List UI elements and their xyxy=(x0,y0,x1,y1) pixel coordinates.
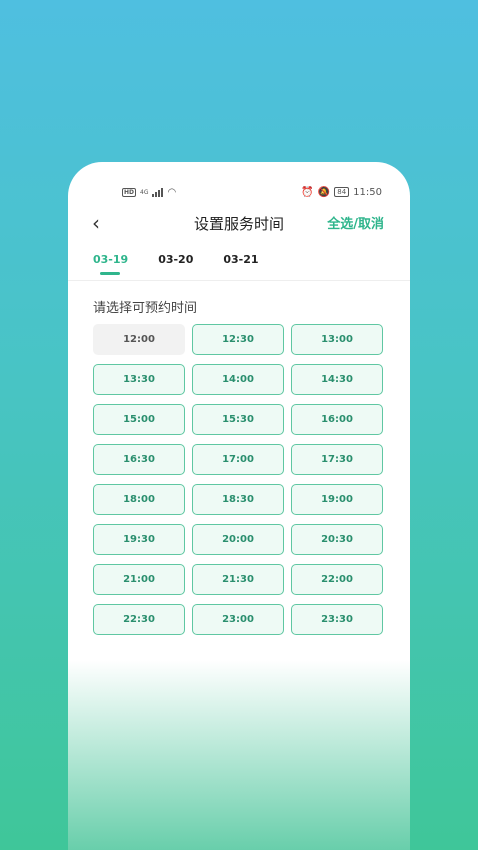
date-tab-label: 03-20 xyxy=(158,253,194,266)
time-slot[interactable]: 22:30 xyxy=(93,604,185,635)
time-slot[interactable]: 13:30 xyxy=(93,364,185,395)
status-bar: HD 4G ◠ ⏰ 🔕 84 11:50 xyxy=(122,184,382,200)
time-slot[interactable]: 16:00 xyxy=(291,404,383,435)
network-label: 4G xyxy=(140,188,149,196)
time-slot[interactable]: 17:30 xyxy=(291,444,383,475)
time-slot[interactable]: 23:30 xyxy=(291,604,383,635)
battery-icon: 84 xyxy=(334,187,350,197)
time-slot[interactable]: 14:30 xyxy=(291,364,383,395)
signal-icon xyxy=(152,187,164,197)
time-slot[interactable]: 22:00 xyxy=(291,564,383,595)
date-tab[interactable]: 03-21 xyxy=(223,253,258,274)
time-slot-disabled: 12:00 xyxy=(93,324,185,355)
date-tabs: 03-19 03-20 03-21 xyxy=(93,253,259,275)
time-slot-grid: 12:00 12:30 13:00 13:30 14:00 14:30 15:00 15:30… xyxy=(93,324,385,635)
time-slot[interactable]: 18:30 xyxy=(192,484,284,515)
time-slot[interactable]: 15:30 xyxy=(192,404,284,435)
divider xyxy=(68,280,410,281)
time-slot[interactable]: 19:00 xyxy=(291,484,383,515)
time-slot[interactable]: 14:00 xyxy=(192,364,284,395)
time-slot[interactable]: 18:00 xyxy=(93,484,185,515)
time-slot[interactable]: 17:00 xyxy=(192,444,284,475)
select-all-button[interactable]: 全选/取消 xyxy=(327,213,384,232)
clock: 11:50 xyxy=(353,186,382,198)
time-slot[interactable]: 15:00 xyxy=(93,404,185,435)
date-tab-label: 03-21 xyxy=(223,253,259,266)
date-tab[interactable]: 03-19 xyxy=(93,253,129,275)
hd-icon: HD xyxy=(122,187,137,197)
date-tab-label: 03-19 xyxy=(93,253,129,266)
time-slot[interactable]: 19:30 xyxy=(93,524,185,555)
hint-text: 请选择可预约时间 xyxy=(93,301,198,316)
top-bar: ‹ 设置服务时间 全选/取消 xyxy=(68,210,410,236)
phone-frame: HD 4G ◠ ⏰ 🔕 84 11:50 ‹ 设置服务时间 全选/取消 03-1… xyxy=(68,162,410,850)
mute-icon: 🔕 xyxy=(317,186,331,198)
time-slot[interactable]: 21:00 xyxy=(93,564,185,595)
time-slot[interactable]: 21:30 xyxy=(192,564,284,595)
time-slot[interactable]: 23:00 xyxy=(192,604,284,635)
time-slot[interactable]: 13:00 xyxy=(291,324,383,355)
date-tab[interactable]: 03-20 xyxy=(158,253,193,274)
time-slot[interactable]: 20:00 xyxy=(192,524,284,555)
active-tab-indicator xyxy=(100,272,120,275)
time-slot[interactable]: 16:30 xyxy=(93,444,185,475)
wifi-icon: ◠ xyxy=(167,186,177,198)
time-slot[interactable]: 12:30 xyxy=(192,324,284,355)
app-screen: { "status_bar": { "time": "11:50", "batt… xyxy=(0,0,478,850)
alarm-icon: ⏰ xyxy=(301,186,314,198)
bottom-fade xyxy=(68,660,410,850)
time-slot[interactable]: 20:30 xyxy=(291,524,383,555)
